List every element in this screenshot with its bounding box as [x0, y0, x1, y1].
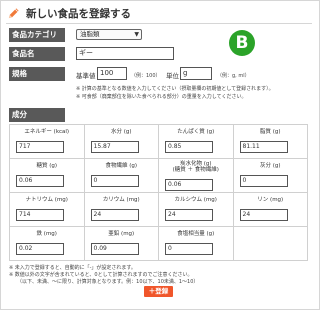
nutrient-name: 水分 (g) — [110, 129, 132, 135]
nutrient-cell: 糖質 (g) 0.06 — [10, 159, 85, 193]
nutrient-name: ナトリウム (mg) — [25, 197, 68, 203]
nutrient-input[interactable]: 0 — [165, 243, 213, 255]
nutrient-cell: カルシウム (mg) 24 — [159, 193, 234, 227]
nutrient-input[interactable]: 0.02 — [16, 243, 64, 255]
nutrient-input[interactable]: 0 — [239, 175, 288, 187]
category-select[interactable]: 油脂類 ▼ — [76, 29, 142, 40]
nutrient-name: 食塩相当量 (g) — [177, 231, 215, 237]
footer-note-3: （以下、未満、〜に限り、計算対象となります。例：10以下、10未満、1〜10） — [17, 279, 199, 285]
nutrient-name: 亜鉛 (mg) — [108, 231, 135, 237]
footer-note-1: ※ 未入力で登録すると、自動的に「-」が設定されます。 — [9, 265, 136, 271]
nutrient-name: エネルギー (kcal) — [24, 129, 70, 135]
nutrient-cell: リン (mg) 24 — [233, 193, 308, 227]
nutrient-input[interactable]: 0.09 — [90, 243, 139, 255]
nutrient-cell: 鉄 (mg) 0.02 — [10, 227, 85, 261]
base-value-input[interactable]: 100 — [97, 67, 127, 80]
nutrient-input[interactable]: 0.85 — [165, 141, 213, 153]
spec-note-1: ※ 計算の基準となる数値を入力してください（摂取量欄の初期値として登録されます）… — [76, 86, 274, 92]
nutrient-input[interactable]: 24 — [165, 209, 213, 221]
category-value: 油脂類 — [80, 30, 100, 38]
food-name-label: 食品名 — [9, 47, 65, 61]
unit-label: 単位 — [166, 72, 179, 80]
chevron-down-icon: ▼ — [134, 31, 139, 38]
spec-note-2: ※ 可食部（廃棄部位を除いた食べられる部分）の重量を入力してください。 — [76, 94, 247, 100]
nutrient-name: 鉄 (mg) — [36, 231, 57, 237]
unit-hint: （例：g, ml） — [217, 73, 250, 79]
footer-note-2: ※ 数値以外の文字が含まれていると、0として計算されますのでご注意ください。 — [9, 272, 193, 278]
nutrient-input[interactable]: 24 — [90, 209, 139, 221]
nutrient-cell: 水分 (g) 15.87 — [84, 125, 159, 159]
nutrient-input[interactable]: 714 — [16, 209, 64, 221]
register-button[interactable]: ＋登録 — [144, 286, 173, 297]
nutrient-cell: 脂質 (g) 81.11 — [233, 125, 308, 159]
nutrient-subname: (糖質 ＋ 食物繊維) — [172, 167, 219, 173]
nutrient-input[interactable]: 0.06 — [16, 175, 64, 187]
nutrient-name: カリウム (mg) — [102, 197, 140, 203]
nutrient-cell-empty — [233, 227, 308, 261]
pencil-icon — [8, 8, 19, 19]
nutrient-name: たんぱく質 (g) — [177, 129, 215, 135]
base-value-label: 基準値 — [76, 72, 96, 80]
unit-input[interactable]: g — [180, 67, 212, 80]
nutrient-name: 糖質 (g) — [36, 163, 58, 169]
nutrient-name: 灰分 (g) — [259, 163, 281, 169]
nutrients-grid: エネルギー (kcal) 717 水分 (g) 15.87 たんぱく質 (g) 0.8… — [9, 124, 308, 261]
nutrient-input[interactable]: 0.06 — [165, 179, 213, 191]
nutrient-name: 食物繊維 (g) — [105, 163, 138, 169]
nutrient-input[interactable]: 15.87 — [90, 141, 139, 153]
nutrient-cell: たんぱく質 (g) 0.85 — [159, 125, 234, 159]
nutrient-name: リン (mg) — [257, 197, 284, 203]
page-title: 新しい食品を登録する — [26, 8, 131, 20]
nutrient-cell: 炭水化物 (g) (糖質 ＋ 食物繊維) 0.06 — [159, 159, 234, 193]
nutrient-cell: 亜鉛 (mg) 0.09 — [84, 227, 159, 261]
nutrient-name: カルシウム (mg) — [174, 197, 217, 203]
nutrients-label: 成分 — [9, 108, 65, 122]
nutrient-cell: カリウム (mg) 24 — [84, 193, 159, 227]
green-b-badge: B — [229, 30, 255, 56]
base-value-hint: （例：100） — [131, 73, 161, 79]
nutrient-input[interactable]: 24 — [239, 209, 288, 221]
category-label: 食品カテゴリ — [9, 28, 65, 42]
food-name-input[interactable]: ギー — [76, 47, 174, 60]
nutrient-cell: エネルギー (kcal) 717 — [10, 125, 85, 159]
nutrient-cell: 灰分 (g) 0 — [233, 159, 308, 193]
nutrient-input[interactable]: 81.11 — [239, 141, 288, 153]
nutrient-name: 脂質 (g) — [259, 129, 281, 135]
page-header: 新しい食品を登録する — [6, 4, 312, 24]
nutrient-cell: 食塩相当量 (g) 0 — [159, 227, 234, 261]
nutrient-cell: ナトリウム (mg) 714 — [10, 193, 85, 227]
nutrient-input[interactable]: 717 — [16, 141, 64, 153]
nutrient-input[interactable]: 0 — [90, 175, 139, 187]
spec-label: 規格 — [9, 67, 65, 81]
nutrient-cell: 食物繊維 (g) 0 — [84, 159, 159, 193]
